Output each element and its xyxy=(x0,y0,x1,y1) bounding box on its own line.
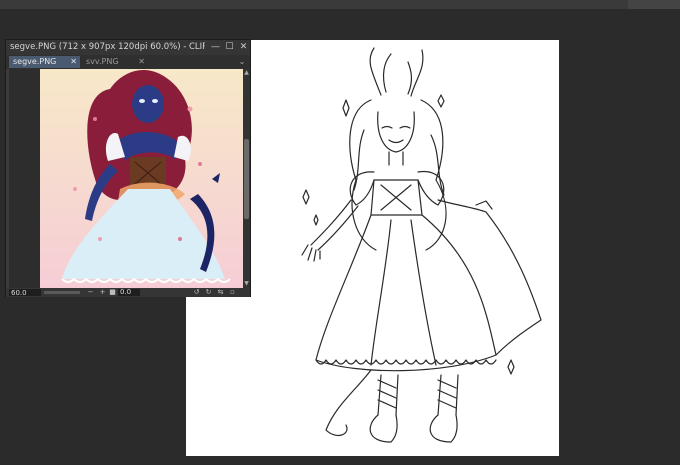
chevron-down-icon[interactable]: ⌄ xyxy=(237,56,247,68)
close-icon[interactable]: ✕ xyxy=(138,56,145,68)
close-icon[interactable]: ✕ xyxy=(238,42,249,53)
document-tabs: segve.PNG ✕ svv.PNG ✕ ⌄ xyxy=(6,55,250,69)
rotate-right-icon[interactable]: ↻ xyxy=(204,288,213,297)
tab-segve[interactable]: segve.PNG ✕ xyxy=(9,56,80,68)
scroll-down-icon[interactable]: ▼ xyxy=(243,280,250,288)
scrollbar-thumb[interactable] xyxy=(244,139,249,219)
window-title: segve.PNG (712 x 907px 120dpi 60.0%) - C… xyxy=(10,42,205,52)
window-titlebar[interactable]: segve.PNG (712 x 907px 120dpi 60.0%) - C… xyxy=(6,40,250,55)
app-menu-bar xyxy=(0,0,680,9)
close-icon[interactable]: ✕ xyxy=(70,56,77,68)
maximize-icon[interactable]: ☐ xyxy=(224,42,235,53)
reset-icon[interactable]: ▫ xyxy=(228,288,237,297)
tab-label: svv.PNG xyxy=(86,57,119,66)
sub-view-window[interactable]: segve.PNG (712 x 907px 120dpi 60.0%) - C… xyxy=(5,39,251,297)
tab-svv[interactable]: svv.PNG ✕ xyxy=(82,56,148,68)
fit-icon[interactable]: ■ xyxy=(108,288,117,297)
angle-input[interactable]: 0.0 xyxy=(118,289,140,296)
navigator-statusbar: − + ■ 0.0 ↺ ↻ ⇆ ▫ xyxy=(6,288,250,297)
zoom-out-button[interactable]: − xyxy=(86,288,95,297)
zoom-input[interactable] xyxy=(9,289,41,296)
vertical-scrollbar[interactable]: ▲ ▼ xyxy=(243,69,250,288)
scroll-up-icon[interactable]: ▲ xyxy=(243,69,250,77)
rotate-left-icon[interactable]: ↺ xyxy=(192,288,201,297)
sub-view-canvas[interactable] xyxy=(9,69,243,288)
tab-label: segve.PNG xyxy=(13,57,57,66)
zoom-slider[interactable] xyxy=(44,291,80,294)
flip-icon[interactable]: ⇆ xyxy=(216,288,225,297)
minimize-icon[interactable]: — xyxy=(210,42,221,53)
menu-bar-segment xyxy=(628,0,680,9)
zoom-in-button[interactable]: + xyxy=(98,288,107,297)
reference-image xyxy=(40,69,243,288)
